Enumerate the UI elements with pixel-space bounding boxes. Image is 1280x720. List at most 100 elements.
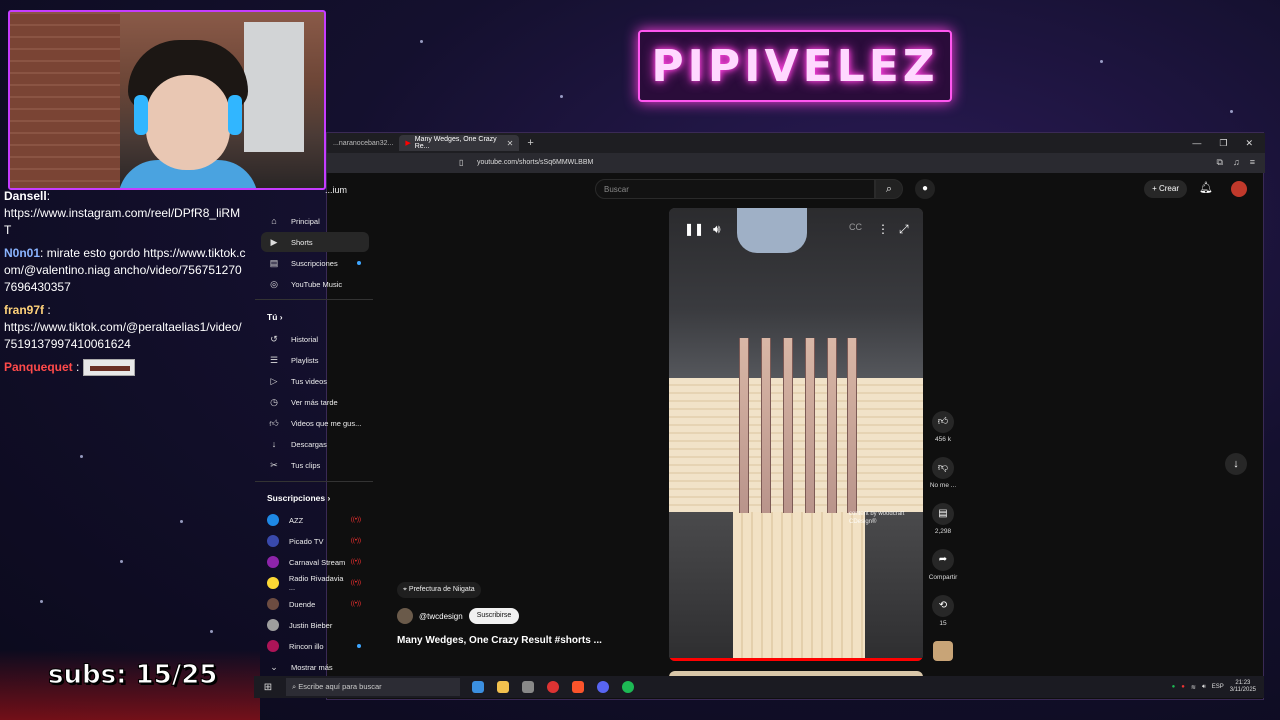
channel-row: @twcdesign Suscribirse bbox=[397, 607, 520, 625]
sidebar-item-label: Duende bbox=[289, 599, 316, 609]
background-door bbox=[244, 22, 304, 152]
show-more-button[interactable]: ⌄ Mostrar más bbox=[261, 657, 369, 677]
short-video-player[interactable]: ❚❚ 🔊︎ CC ⋮ ⤢ content by woodcraft CDesig… bbox=[669, 208, 923, 661]
tab-close-icon[interactable]: ✕ bbox=[507, 139, 514, 148]
dislike-button[interactable]: 👎︎ No me ... bbox=[925, 457, 961, 489]
extensions-icon[interactable]: ⧉ bbox=[1217, 157, 1223, 168]
video-wood-post bbox=[733, 512, 865, 661]
url-field[interactable]: youtube.com/shorts/sSq6MMWLBBM bbox=[477, 159, 593, 166]
sidebar-item-channel[interactable]: AZZ ((•)) bbox=[261, 510, 369, 530]
windows-start-icon[interactable]: ⊞ bbox=[258, 682, 278, 693]
avatar[interactable] bbox=[1231, 181, 1247, 197]
browser-tab-active[interactable]: ▶ Many Wedges, One Crazy Re... ✕ bbox=[399, 135, 520, 151]
your-videos-icon: ▷ bbox=[270, 375, 278, 386]
minimize-icon[interactable]: — bbox=[1192, 138, 1201, 149]
sidebar-item-channel[interactable]: Radio Rivadavia ... ((•)) bbox=[261, 573, 369, 593]
file-explorer-icon[interactable] bbox=[497, 681, 509, 693]
brave-browser-icon[interactable] bbox=[572, 681, 584, 693]
subscriptions-heading[interactable]: Suscripciones › bbox=[267, 493, 330, 503]
sidebar-item-clips[interactable]: ✂ Tus clips bbox=[261, 455, 369, 475]
video-wedge bbox=[847, 338, 857, 513]
star bbox=[120, 560, 123, 563]
sidebar-item-home[interactable]: ⌂ Principal bbox=[261, 211, 369, 231]
close-icon[interactable]: ✕ bbox=[1245, 138, 1253, 149]
channel-avatar bbox=[267, 619, 279, 631]
comments-button[interactable]: ▤ 2,298 bbox=[925, 503, 961, 535]
microphone-icon[interactable]: ● bbox=[915, 179, 935, 199]
share-label: Compartir bbox=[928, 574, 958, 581]
new-tab-icon[interactable]: + bbox=[527, 137, 533, 149]
recording-icon[interactable] bbox=[547, 681, 559, 693]
spotify-icon[interactable] bbox=[622, 681, 634, 693]
video-watermark: content by woodcraft CDesign® bbox=[849, 511, 905, 525]
location-chip[interactable]: ⌖ Prefectura de Niigata bbox=[397, 582, 481, 598]
discord-icon[interactable] bbox=[597, 681, 609, 693]
spotify-tray-icon[interactable]: ● bbox=[1172, 684, 1176, 690]
like-button[interactable]: 👍︎ 456 k bbox=[925, 411, 961, 443]
create-label: Crear bbox=[1158, 184, 1179, 193]
you-heading[interactable]: Tú › bbox=[267, 312, 283, 322]
sidebar-item-history[interactable]: ↺ Historial bbox=[261, 329, 369, 349]
sidebar-item-channel[interactable]: Carnaval Stream ((•)) bbox=[261, 552, 369, 572]
sidebar-item-subscriptions[interactable]: ▤ Suscripciones bbox=[261, 253, 369, 273]
search-input[interactable]: Buscar bbox=[595, 179, 875, 199]
sidebar-item-channel[interactable]: Rincon illo bbox=[261, 636, 369, 656]
channel-handle[interactable]: @twcdesign bbox=[419, 612, 463, 621]
more-options-icon[interactable]: ⋮ bbox=[877, 222, 889, 236]
subscribe-button[interactable]: Suscribirse bbox=[468, 608, 520, 624]
channel-logo: PIPIVELEZ bbox=[638, 30, 952, 102]
playlist-icon[interactable]: ♫ bbox=[1233, 157, 1240, 168]
remix-button[interactable]: ⟲ 15 bbox=[925, 595, 961, 627]
chat-separator: : bbox=[72, 360, 83, 374]
channel-avatar bbox=[267, 640, 279, 652]
clock-time: 21:23 bbox=[1235, 680, 1251, 686]
video-title[interactable]: Many Wedges, One Crazy Result #shorts ..… bbox=[397, 635, 602, 646]
search-icon[interactable]: ⌕ bbox=[875, 179, 903, 199]
playlists-icon: ☰ bbox=[269, 354, 279, 365]
browser-tab[interactable]: ...naranoceban32... bbox=[327, 135, 399, 151]
sidebar-item-liked[interactable]: 👍︎ Videos que me gus... bbox=[261, 413, 369, 433]
sidebar-item-downloads[interactable]: ↓ Descargas bbox=[261, 434, 369, 454]
language-icon[interactable]: ESP bbox=[1212, 684, 1224, 690]
captions-icon[interactable]: CC bbox=[849, 222, 862, 232]
chevron-right-icon: › bbox=[327, 493, 331, 503]
network-icon[interactable]: ≋ bbox=[1191, 684, 1196, 691]
pause-icon[interactable]: ❚❚ bbox=[684, 222, 704, 236]
menu-icon[interactable]: ≡ bbox=[1250, 157, 1255, 168]
sidebar-item-label: Historial bbox=[291, 334, 319, 344]
channel-avatar[interactable] bbox=[397, 608, 413, 624]
star bbox=[1100, 60, 1103, 63]
fullscreen-icon[interactable]: ⤢ bbox=[899, 222, 909, 237]
progress-bar[interactable] bbox=[669, 658, 923, 661]
taskview-icon[interactable] bbox=[472, 681, 484, 693]
sidebar-item-playlists[interactable]: ☰ Playlists bbox=[261, 350, 369, 370]
sidebar-item-watch-later[interactable]: ◷ Ver más tarde bbox=[261, 392, 369, 412]
sidebar-item-label: AZZ bbox=[289, 515, 304, 525]
create-button[interactable]: + Crear bbox=[1144, 180, 1187, 198]
maximize-icon[interactable]: ❐ bbox=[1219, 138, 1227, 149]
taskbar-search-placeholder: Escribe aquí para buscar bbox=[298, 682, 382, 691]
bookmark-icon[interactable]: ▯ bbox=[459, 158, 463, 167]
app-tray-icon[interactable]: ● bbox=[1181, 684, 1185, 690]
chevron-right-icon: › bbox=[279, 312, 283, 322]
sound-thumbnail[interactable] bbox=[925, 641, 961, 661]
sidebar-item-shorts[interactable]: ▶ Shorts bbox=[261, 232, 369, 252]
chat-message: fran97f : https://www.tiktok.com/@peralt… bbox=[4, 302, 246, 353]
sidebar-item-your-videos[interactable]: ▷ Tus videos bbox=[261, 371, 369, 391]
sidebar-item-channel[interactable]: Duende ((•)) bbox=[261, 594, 369, 614]
youtube-logo[interactable]: ...ium bbox=[325, 185, 347, 195]
next-video-arrow-icon[interactable]: ↓ bbox=[1225, 453, 1247, 475]
volume-icon[interactable]: 🔊︎ bbox=[713, 222, 721, 237]
sidebar-item-label: Descargas bbox=[291, 439, 327, 449]
volume-tray-icon[interactable]: 🔊︎ bbox=[1202, 684, 1206, 691]
taskbar-search-input[interactable]: ⌕ Escribe aquí para buscar bbox=[286, 678, 460, 696]
window-controls: — ❐ ✕ bbox=[1192, 138, 1265, 149]
system-tray: ● ● ≋ 🔊︎ ESP 21:23 3/11/2025 bbox=[1172, 680, 1256, 694]
sidebar-item-channel[interactable]: Justin Bieber bbox=[261, 615, 369, 635]
system-clock[interactable]: 21:23 3/11/2025 bbox=[1230, 680, 1256, 694]
settings-icon[interactable] bbox=[522, 681, 534, 693]
notifications-bell-icon[interactable]: 🔔︎ bbox=[1199, 181, 1213, 194]
share-button[interactable]: ➦ Compartir bbox=[925, 549, 961, 581]
sidebar-item-channel[interactable]: Picado TV ((•)) bbox=[261, 531, 369, 551]
sidebar-item-music[interactable]: ◎ YouTube Music bbox=[261, 274, 369, 294]
